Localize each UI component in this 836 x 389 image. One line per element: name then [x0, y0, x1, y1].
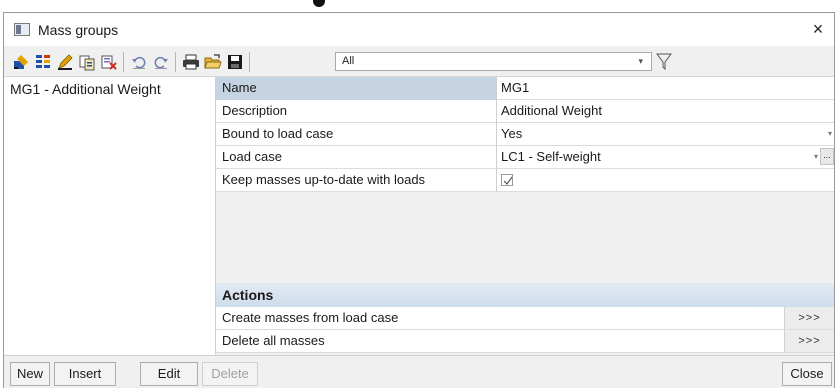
title-bar: Mass groups × — [4, 13, 834, 46]
mass-group-list: MG1 - Additional Weight — [4, 77, 216, 355]
list-item[interactable]: MG1 - Additional Weight — [10, 81, 161, 97]
action-label: Delete all masses — [222, 333, 325, 348]
actions-header: Actions — [216, 283, 834, 307]
property-row-bound-to-load-case[interactable]: Bound to load case Yes ▾ — [216, 123, 834, 146]
background-fragment — [0, 0, 836, 12]
toolbar-separator — [175, 52, 176, 72]
funnel-icon[interactable] — [656, 51, 672, 71]
open-folder-icon[interactable] — [204, 53, 222, 71]
filter-value: All — [342, 55, 355, 67]
property-row-load-case[interactable]: Load case LC1 - Self-weight ▾ ... — [216, 146, 834, 169]
window-title: Mass groups — [38, 22, 119, 38]
property-value[interactable]: MG1 — [498, 77, 834, 100]
browse-button[interactable]: ... — [820, 148, 834, 165]
close-button[interactable]: Close — [782, 362, 832, 386]
property-row-keep-masses-up-to-date[interactable]: Keep masses up-to-date with loads — [216, 169, 834, 192]
property-value-dropdown[interactable]: LC1 - Self-weight ▾ ... — [498, 146, 834, 169]
mass-groups-dialog: Mass groups × All ▾ MG1 - Additional Wei… — [3, 12, 835, 388]
save-icon[interactable] — [226, 53, 244, 71]
dropdown-value: LC1 - Self-weight — [501, 149, 601, 164]
edit-button[interactable]: Edit — [140, 362, 198, 386]
property-row-description[interactable]: Description Additional Weight — [216, 100, 834, 123]
chevron-down-icon: ▾ — [827, 129, 832, 138]
toolbar: All ▾ — [4, 46, 834, 77]
toolbar-separator — [249, 52, 250, 72]
chevron-down-icon: ▾ — [638, 56, 643, 66]
dropdown-value: Yes — [501, 126, 523, 141]
edit-pencil-icon[interactable] — [56, 53, 74, 71]
delete-button[interactable]: Delete — [202, 362, 258, 386]
keep-masses-checkbox[interactable] — [501, 174, 513, 186]
property-value — [498, 169, 834, 192]
run-action-button[interactable]: >>> — [784, 307, 834, 329]
text-fragment — [313, 0, 325, 7]
filter-dropdown[interactable]: All ▾ — [335, 52, 652, 71]
action-row-create-masses[interactable]: Create masses from load case >>> — [216, 307, 834, 330]
window-icon — [14, 23, 30, 36]
property-label: Name — [216, 77, 497, 100]
table-icon[interactable] — [34, 53, 52, 71]
delete-icon[interactable] — [100, 53, 118, 71]
run-action-button[interactable]: >>> — [784, 330, 834, 352]
grid-empty-area — [216, 215, 834, 283]
property-label: Bound to load case — [216, 123, 497, 146]
close-window-button[interactable]: × — [806, 17, 830, 41]
property-value-dropdown[interactable]: Yes ▾ — [498, 123, 834, 146]
insert-button[interactable]: Insert — [54, 362, 116, 386]
redo-icon[interactable] — [152, 53, 170, 71]
new-button[interactable]: New — [10, 362, 50, 386]
print-icon[interactable] — [182, 53, 200, 71]
toolbar-separator — [123, 52, 124, 72]
property-row-name[interactable]: Name MG1 — [216, 77, 834, 100]
button-bar: New Insert Edit Delete Close — [4, 355, 834, 388]
new-item-icon[interactable] — [12, 53, 30, 71]
action-label: Create masses from load case — [222, 310, 399, 325]
action-row-delete-all-masses[interactable]: Delete all masses >>> — [216, 330, 834, 353]
property-label: Description — [216, 100, 497, 123]
property-label: Keep masses up-to-date with loads — [216, 169, 497, 192]
copy-icon[interactable] — [78, 53, 96, 71]
property-value[interactable]: Additional Weight — [498, 100, 834, 123]
undo-icon[interactable] — [130, 53, 148, 71]
chevron-down-icon: ▾ — [813, 152, 818, 161]
property-label: Load case — [216, 146, 497, 169]
